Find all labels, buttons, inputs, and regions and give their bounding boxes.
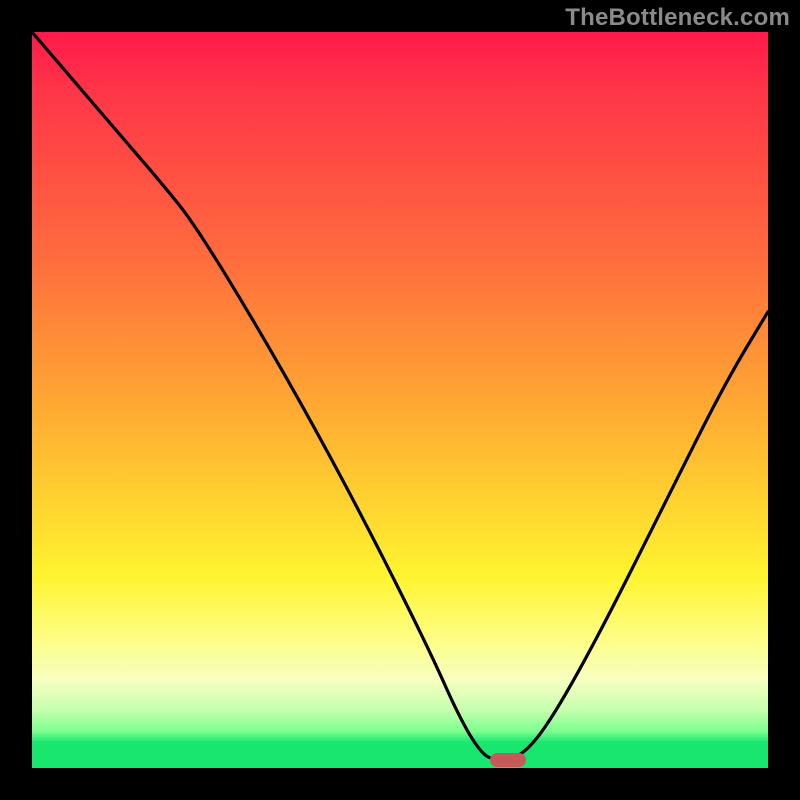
watermark-text: TheBottleneck.com <box>565 4 790 32</box>
minimum-marker <box>490 753 526 767</box>
chart-frame: TheBottleneck.com <box>0 0 800 800</box>
chart-plot-area <box>32 32 768 768</box>
